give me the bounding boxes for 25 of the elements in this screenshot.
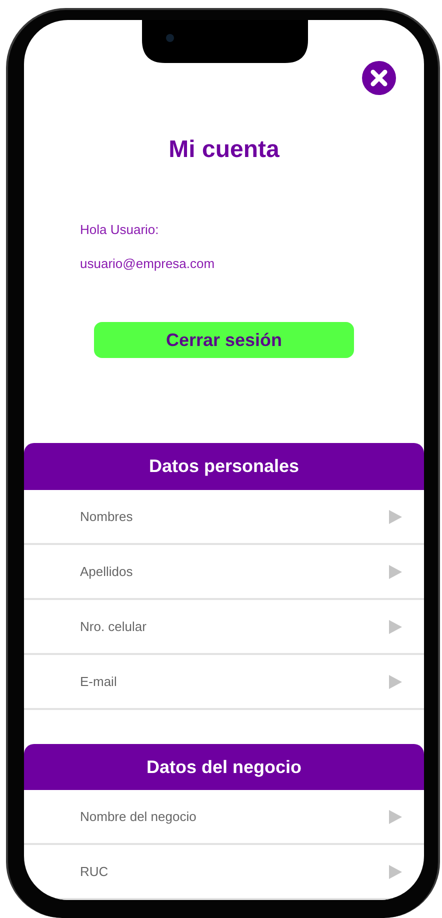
menu-row[interactable]: E-mail [24,655,424,710]
triangle-icon [389,674,402,688]
section-header: Datos personales [24,443,424,490]
row-label: Nro. celular [80,619,146,634]
logout-button[interactable]: Cerrar sesión [94,322,354,358]
triangle-icon [389,510,402,524]
menu-row[interactable]: Nombre del negocio [24,790,424,845]
row-label: E-mail [80,674,117,689]
triangle-icon [389,810,402,824]
menu-row[interactable]: Nro. celular [24,600,424,655]
menu-row[interactable]: RUC [24,845,424,900]
menu-row[interactable]: Nombres [24,490,424,545]
row-label: Nombres [80,509,133,524]
email-text: usuario@empresa.com [80,256,215,272]
row-label: Apellidos [80,564,133,579]
greeting-text: Hola Usuario: [80,222,159,238]
page-title: Mi cuenta [168,135,280,165]
triangle-icon [389,564,402,578]
triangle-icon [389,620,402,634]
triangle-icon [389,864,402,878]
row-label: RUC [80,864,108,879]
close-button[interactable] [362,61,396,95]
row-label: Nombre del negocio [80,809,196,824]
section-header: Datos del negocio [24,744,424,790]
menu-row[interactable]: Apellidos [24,545,424,600]
